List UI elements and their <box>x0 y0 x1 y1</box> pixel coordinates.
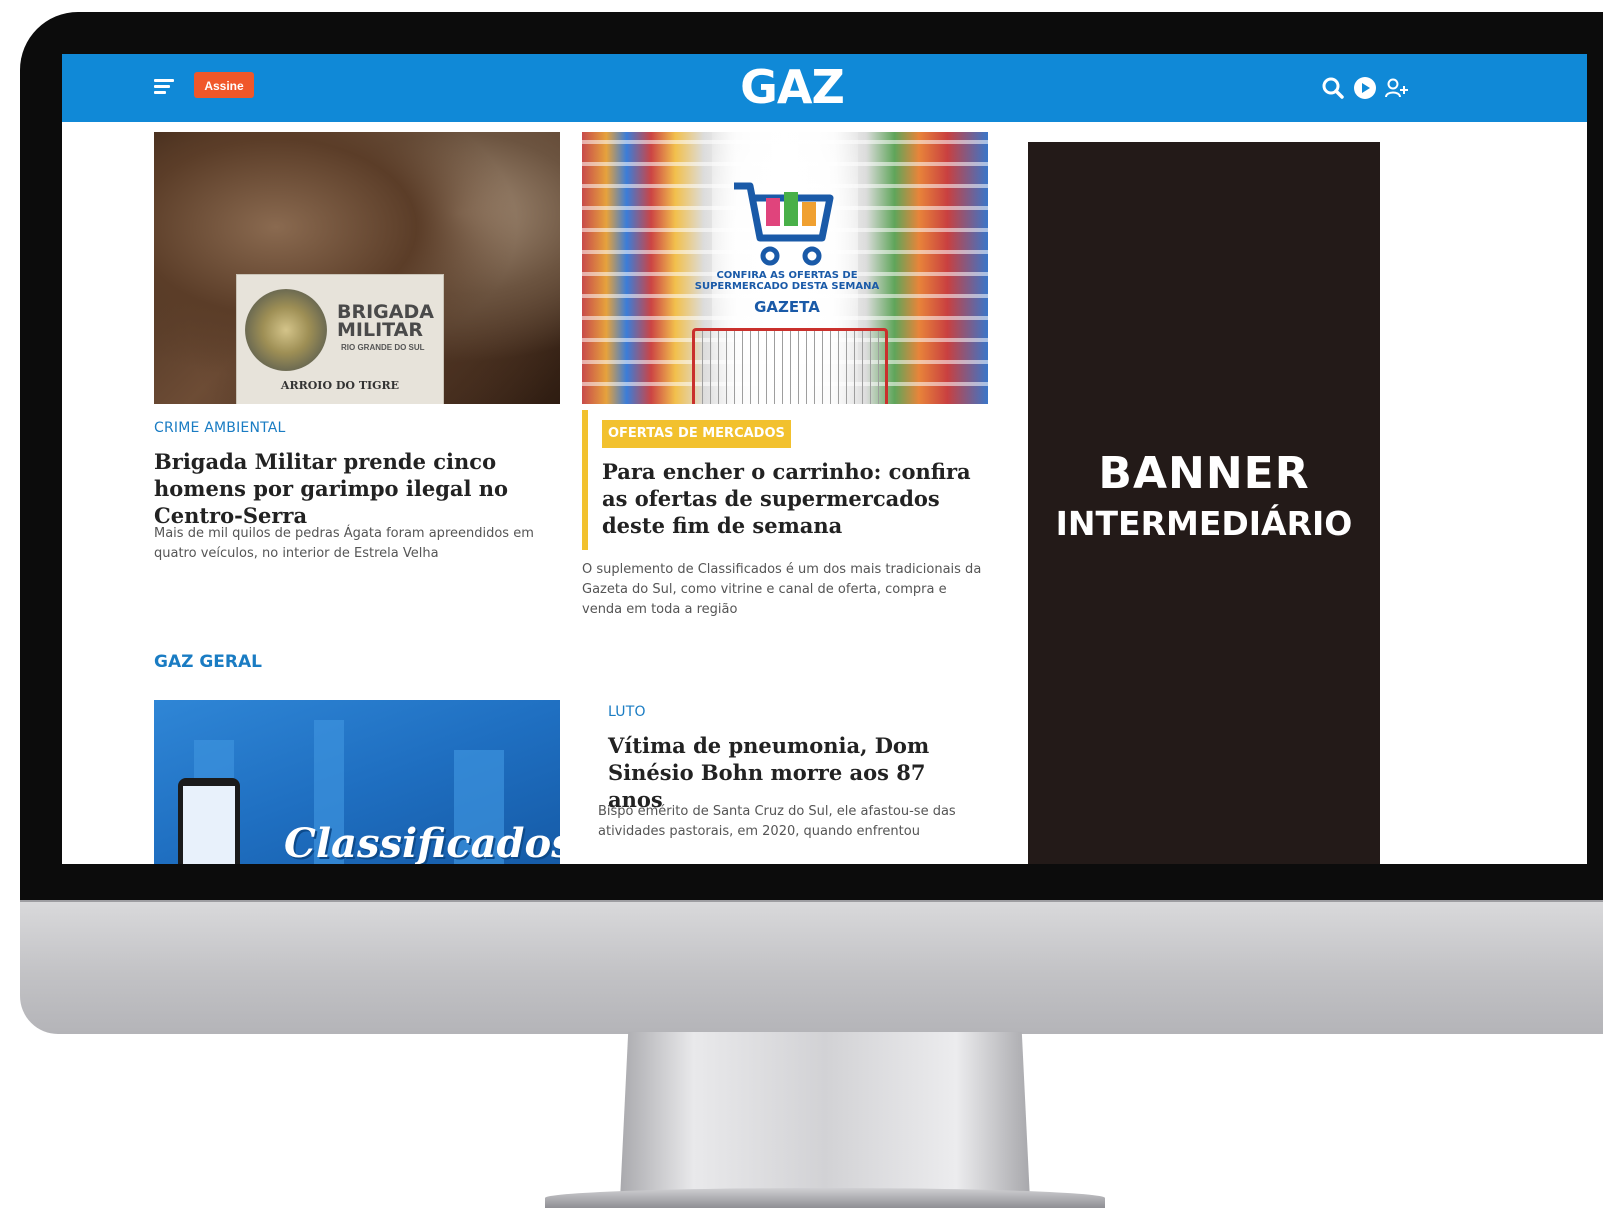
add-user-icon[interactable] <box>1384 75 1410 101</box>
brigada-seal-icon <box>245 289 327 371</box>
image-text: Classificados <box>284 820 560 864</box>
promo-brand: GAZETA <box>754 298 820 316</box>
monitor-stand <box>620 1032 1030 1200</box>
article-summary: O suplemento de Classificados é um dos m… <box>582 562 982 617</box>
banner-ad[interactable]: BANNER INTERMEDIÁRIO <box>1028 142 1380 864</box>
shopping-cart-icon <box>734 182 834 266</box>
article-kicker[interactable]: OFERTAS DE MERCADOS <box>602 420 791 448</box>
site-logo[interactable]: GAZ <box>722 60 862 114</box>
cart-basket <box>692 328 888 404</box>
article-image-crime[interactable]: BRIGADA MILITAR RIO GRANDE DO SUL ARROIO… <box>154 132 560 404</box>
article-kicker[interactable]: CRIME AMBIENTAL <box>154 420 286 436</box>
brigada-militar-sign: BRIGADA MILITAR RIO GRANDE DO SUL ARROIO… <box>236 274 444 404</box>
sign-title: BRIGADA MILITAR <box>337 301 434 341</box>
highlight-bar <box>582 410 588 550</box>
banner-subtitle: INTERMEDIÁRIO <box>1055 504 1353 543</box>
sign-place: ARROIO DO TIGRE <box>280 379 400 392</box>
menu-icon[interactable] <box>154 79 174 97</box>
article-image-market[interactable]: CONFIRA AS OFERTAS DE SUPERMERCADO DESTA… <box>582 132 988 404</box>
phone-icon <box>178 778 240 864</box>
article-headline[interactable]: Vítima de pneumonia, Dom Sinésio Bohn mo… <box>608 732 978 813</box>
play-icon[interactable] <box>1352 75 1378 101</box>
sign-subtitle: RIO GRANDE DO SUL <box>341 343 425 352</box>
section-title[interactable]: GAZ GERAL <box>154 652 262 672</box>
article-summary: Mais de mil quilos de pedras Ágata foram… <box>154 526 534 561</box>
promo-text: CONFIRA AS OFERTAS DE SUPERMERCADO DESTA… <box>694 270 880 292</box>
site-header: Assine GAZ <box>62 54 1587 122</box>
article-headline[interactable]: Para encher o carrinho: confira as ofert… <box>602 458 992 539</box>
screen: Assine GAZ BRIGADA MILITAR RIO GRANDE DO… <box>62 54 1587 864</box>
article-summary: Bispo emérito de Santa Cruz do Sul, ele … <box>598 804 956 839</box>
article-kicker[interactable]: LUTO <box>608 704 646 720</box>
monitor-chin <box>20 902 1603 1034</box>
article-headline[interactable]: Brigada Militar prende cinco homens por … <box>154 448 564 529</box>
header-actions <box>1320 74 1410 102</box>
monitor-stand-base <box>545 1188 1105 1208</box>
banner-title: BANNER <box>1098 448 1310 499</box>
subscribe-button[interactable]: Assine <box>194 72 254 98</box>
search-icon[interactable] <box>1320 75 1346 101</box>
article-image-classificados[interactable]: Classificados <box>154 700 560 864</box>
